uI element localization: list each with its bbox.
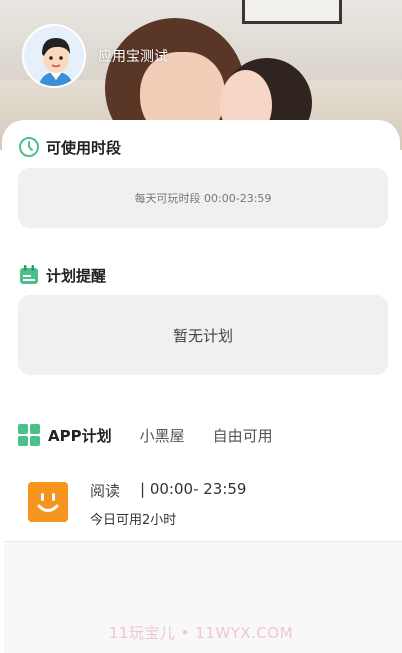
- grid-icon: [18, 424, 40, 446]
- tab-bar: APP计划 小黑屋 自由可用: [18, 424, 301, 446]
- usable-time-title-text: 可使用时段: [46, 138, 122, 157]
- username: 应用宝测试: [98, 49, 168, 65]
- tab-free-use[interactable]: 自由可用: [213, 425, 273, 446]
- app-name: 阅读: [90, 482, 121, 500]
- plan-reminder-title: 计划提醒: [18, 264, 106, 286]
- plan-reminder-box[interactable]: 暂无计划: [18, 295, 388, 375]
- smile-app-icon: [28, 482, 68, 522]
- usable-time-title: 可使用时段: [18, 136, 121, 158]
- tab-black-room[interactable]: 小黑屋: [140, 425, 185, 446]
- plan-reminder-title-text: 计划提醒: [46, 266, 107, 285]
- avatar[interactable]: [22, 24, 86, 88]
- app-name-row: 阅读 | 00:00- 23:59: [90, 480, 246, 501]
- app-time-range: | 00:00- 23:59: [140, 480, 247, 498]
- tab-app-plan[interactable]: APP计划: [48, 425, 112, 446]
- watermark: 11玩宝儿 • 11WYX.COM: [108, 624, 294, 642]
- no-plan-text: 暂无计划: [172, 326, 233, 345]
- daily-playable-text: 每天可玩时段 00:00-23:59: [134, 192, 272, 205]
- app-info: 阅读 | 00:00- 23:59 今日可用2小时: [90, 480, 246, 528]
- photo-frame: [242, 0, 342, 24]
- list-item[interactable]: 阅读 | 00:00- 23:59 今日可用2小时: [28, 480, 246, 528]
- calendar-icon: [18, 264, 40, 286]
- clock-icon: [18, 136, 40, 158]
- usable-time-box[interactable]: 每天可玩时段 00:00-23:59: [18, 168, 388, 228]
- app-usage: 今日可用2小时: [90, 513, 177, 528]
